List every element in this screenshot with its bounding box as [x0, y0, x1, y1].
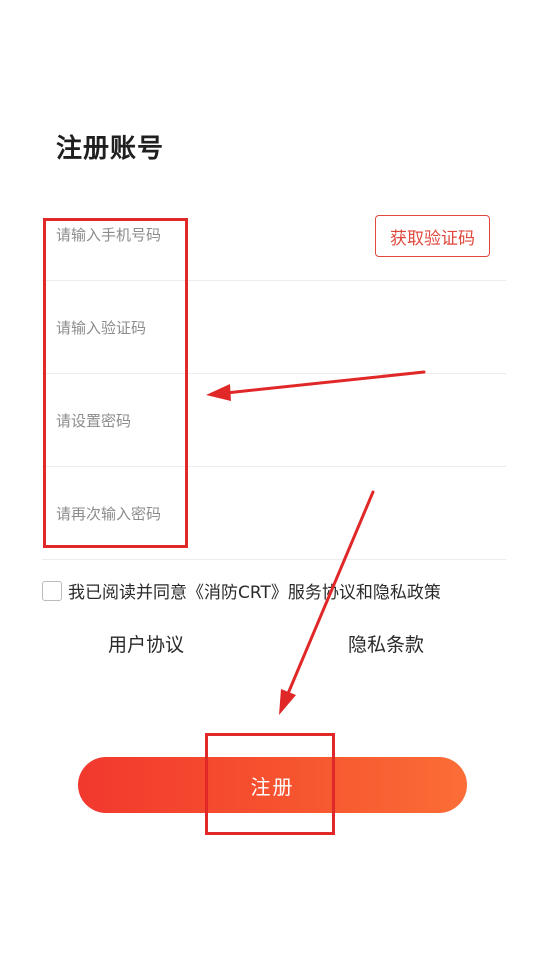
password-input[interactable]	[56, 408, 356, 434]
confirm-password-input[interactable]	[56, 501, 356, 527]
code-input[interactable]	[56, 315, 356, 341]
user-agreement-link[interactable]: 用户协议	[108, 630, 184, 657]
confirm-password-row	[42, 467, 506, 560]
password-row	[42, 374, 506, 467]
agreement-links: 用户协议 隐私条款	[0, 630, 546, 660]
page-title: 注册账号	[56, 134, 165, 164]
register-button[interactable]: 注册	[78, 757, 467, 813]
agreement-row: 我已阅读并同意《消防CRT》服务协议和隐私政策	[42, 578, 441, 603]
code-row	[42, 281, 506, 374]
get-code-button[interactable]: 获取验证码	[375, 215, 490, 257]
privacy-link[interactable]: 隐私条款	[348, 630, 424, 657]
agreement-text: 我已阅读并同意《消防CRT》服务协议和隐私政策	[68, 583, 441, 603]
phone-input[interactable]	[56, 222, 356, 248]
phone-row: 获取验证码	[42, 190, 506, 281]
register-form: 获取验证码	[42, 190, 506, 560]
agreement-checkbox[interactable]	[42, 580, 62, 601]
